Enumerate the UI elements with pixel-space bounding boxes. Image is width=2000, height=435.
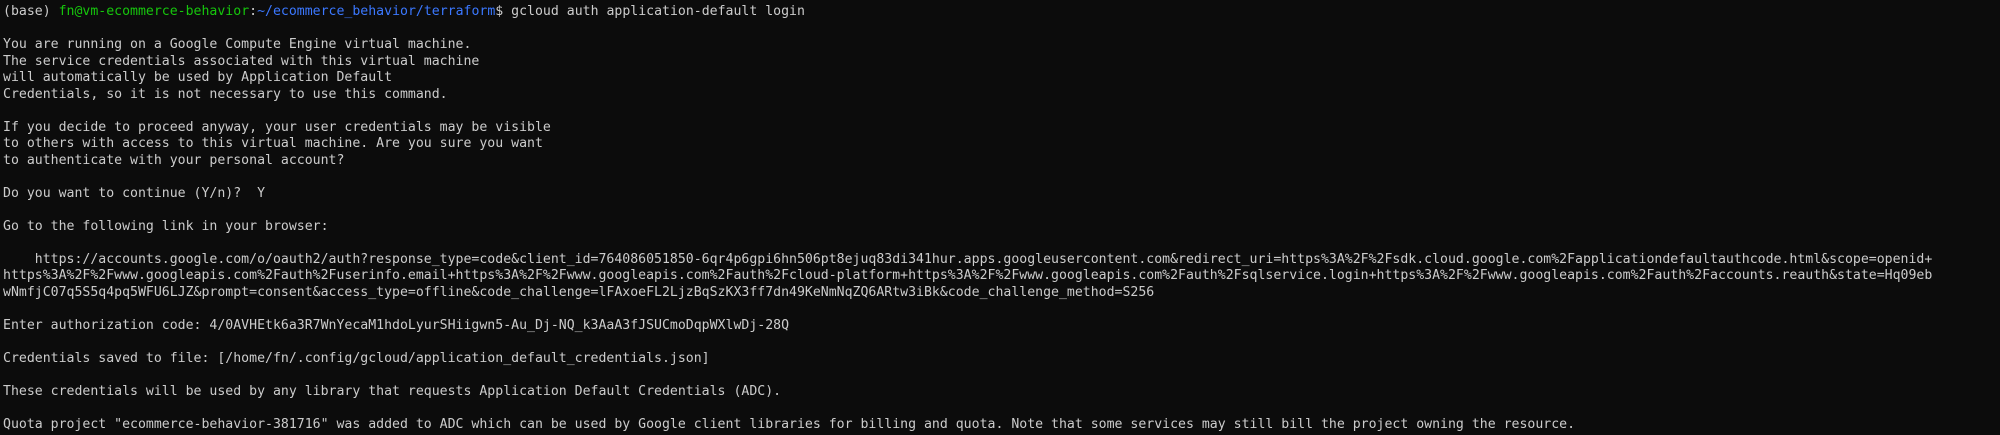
output-line: to others with access to this virtual ma… (3, 136, 543, 151)
working-directory: ~/ecommerce_behavior/terraform (257, 4, 496, 19)
output-line: If you decide to proceed anyway, your us… (3, 119, 551, 135)
auth-code-line: Enter authorization code: 4/0AVHEtk6a3R7… (3, 317, 790, 333)
auth-url-line[interactable]: https%3A%2F%2Fwww.googleapis.com%2Fauth%… (3, 268, 2000, 285)
prompt-symbol: $ (495, 4, 512, 19)
continue-prompt: Do you want to continue (Y/n)? Y (3, 185, 266, 201)
auth-url-line[interactable]: https://accounts.google.com/o/oauth2/aut… (3, 252, 2000, 269)
user-host: fn@vm-ecommerce-behavior (58, 4, 250, 19)
output-line: to authenticate with your personal accou… (3, 152, 345, 168)
conda-env: (base) (3, 4, 59, 19)
terminal-window[interactable]: (base) fn@vm-ecommerce-behavior:~/ecomme… (0, 0, 2000, 435)
quota-project-line: Quota project "ecommerce-behavior-381716… (3, 416, 1576, 432)
command-text: gcloud auth application-default login (511, 4, 805, 19)
prompt-separator: : (249, 4, 258, 19)
command-prompt-line: (base) fn@vm-ecommerce-behavior:~/ecomme… (3, 4, 2000, 21)
credentials-saved-line: Credentials saved to file: [/home/fn/.co… (3, 350, 710, 366)
output-line: will automatically be used by Applicatio… (3, 70, 393, 85)
output-line: Credentials, so it is not necessary to u… (3, 86, 448, 102)
link-intro: Go to the following link in your browser… (3, 218, 329, 234)
adc-usage-line: These credentials will be used by any li… (3, 383, 782, 399)
output-line: You are running on a Google Compute Engi… (3, 37, 472, 52)
output-line: The service credentials associated with … (3, 53, 480, 69)
auth-url-line[interactable]: wNmfjC07q5S5q4pq5WFU6LJZ&prompt=consent&… (3, 285, 2000, 302)
